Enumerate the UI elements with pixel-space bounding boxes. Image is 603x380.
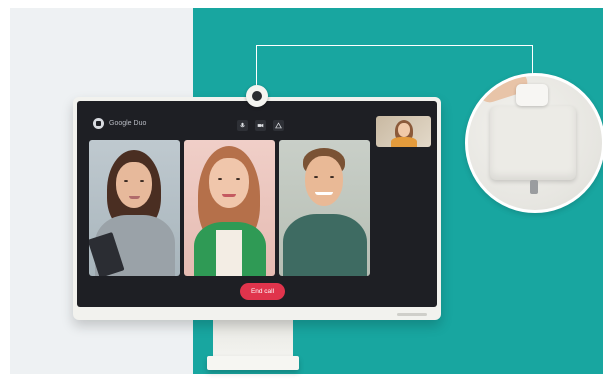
- monitor-button[interactable]: [397, 313, 427, 316]
- mic-icon[interactable]: [237, 120, 248, 131]
- participant-tile[interactable]: [279, 140, 370, 276]
- participant-shirt: [216, 230, 242, 276]
- menu-icon[interactable]: [273, 120, 284, 131]
- app-logo: Google Duo: [93, 118, 146, 129]
- participant-eye: [140, 180, 144, 182]
- participant-body: [283, 214, 367, 276]
- video-camera-icon[interactable]: [255, 120, 266, 131]
- monitor-stand: [213, 319, 293, 359]
- self-body: [391, 137, 417, 147]
- participant-face: [305, 156, 343, 206]
- participant-mouth: [222, 194, 236, 197]
- monitor-chin: [73, 307, 441, 320]
- webcam-privacy-cap: [516, 84, 548, 106]
- participant-tile[interactable]: [89, 140, 180, 276]
- self-view-thumbnail[interactable]: [376, 116, 431, 147]
- participant-face: [116, 162, 152, 208]
- callout-line: [256, 45, 533, 46]
- participant-face: [209, 158, 249, 208]
- participant-mouth: [315, 192, 333, 195]
- callout-line: [256, 45, 257, 85]
- webcam-lens: [252, 91, 262, 101]
- webcam-zoom-detail: [465, 73, 603, 213]
- video-call-screen: Google Duo End call: [77, 101, 437, 307]
- webcam-body: [490, 106, 576, 180]
- self-face: [398, 123, 410, 137]
- end-call-button[interactable]: End call: [240, 283, 285, 300]
- participant-mouth: [129, 196, 140, 199]
- participant-eye: [314, 176, 318, 178]
- participant-eye: [124, 180, 128, 182]
- participant-tile[interactable]: [184, 140, 275, 276]
- app-title: Google Duo: [109, 120, 147, 127]
- duo-logo-icon: [93, 118, 104, 129]
- participant-eye: [218, 178, 222, 180]
- webcam-clip: [530, 180, 538, 194]
- participant-eye: [330, 176, 334, 178]
- participant-eye: [236, 178, 240, 180]
- monitor-stand-base: [207, 356, 299, 370]
- monitor: Google Duo End call: [73, 97, 441, 320]
- webcam: [246, 85, 268, 107]
- call-controls: [237, 120, 284, 131]
